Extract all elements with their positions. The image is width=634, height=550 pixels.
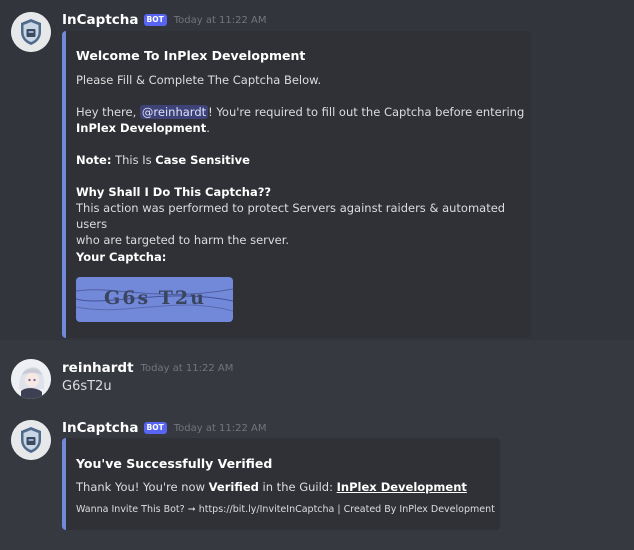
hey-prefix: Hey there, bbox=[76, 105, 137, 119]
author-name[interactable]: InCaptcha bbox=[62, 420, 139, 436]
author-name[interactable]: InCaptcha bbox=[62, 12, 139, 28]
why-title: Why Shall I Do This Captcha?? bbox=[76, 185, 272, 199]
shield-icon bbox=[11, 12, 51, 52]
bot-badge: BOT bbox=[143, 422, 167, 434]
hey-suffix: ! You're required to fill out the Captch… bbox=[208, 105, 525, 119]
shield-icon bbox=[11, 420, 51, 460]
why-line2: who are targeted to harm the server. bbox=[76, 233, 290, 247]
embed-note: Note: This Is Case Sensitive bbox=[76, 152, 250, 168]
note-bold: Case Sensitive bbox=[155, 153, 250, 167]
captcha-text: G6s T2u bbox=[104, 287, 206, 309]
guild-link[interactable]: InPlex Development bbox=[337, 480, 467, 494]
embed-why: Why Shall I Do This Captcha?? This actio… bbox=[76, 184, 531, 248]
captcha-label: Your Captcha: bbox=[76, 250, 167, 264]
embed-intro: Please Fill & Complete The Captcha Below… bbox=[76, 73, 322, 87]
timestamp: Today at 11:22 AM bbox=[140, 362, 234, 374]
message-bot-verified: InCaptcha BOT Today at 11:22 AM You've S… bbox=[0, 412, 634, 537]
text-prefix: Thank You! You're now bbox=[76, 480, 205, 494]
message-user-reply: reinhardt Today at 11:22 AM G6sT2u bbox=[0, 355, 634, 405]
author-name[interactable]: reinhardt bbox=[62, 360, 134, 376]
welcome-embed: Welcome To InPlex Development Please Fil… bbox=[62, 31, 531, 338]
bot-badge: BOT bbox=[143, 14, 167, 26]
embed-verified-text: Thank You! You're now Verified in the Gu… bbox=[76, 479, 467, 495]
embed-title: Welcome To InPlex Development bbox=[76, 48, 306, 63]
timestamp: Today at 11:22 AM bbox=[173, 422, 267, 434]
why-line1: This action was performed to protect Ser… bbox=[76, 201, 506, 231]
server-name: InPlex Development bbox=[76, 121, 207, 135]
embed-title: You've Successfully Verified bbox=[76, 456, 273, 471]
embed-footer: Wanna Invite This Bot? ➞ https://bit.ly/… bbox=[76, 504, 495, 515]
verified-embed: You've Successfully Verified Thank You! … bbox=[62, 438, 500, 530]
user-mention[interactable]: @reinhardt bbox=[139, 105, 209, 119]
user-avatar[interactable] bbox=[11, 359, 51, 399]
verified-word: Verified bbox=[208, 480, 259, 494]
period: . bbox=[206, 121, 210, 135]
anime-avatar-icon bbox=[11, 359, 51, 399]
text-middle: in the Guild: bbox=[262, 480, 333, 494]
chat-area: InCaptcha BOT Today at 11:22 AM Welcome … bbox=[0, 0, 634, 550]
note-label: Note: bbox=[76, 153, 112, 167]
message-header: InCaptcha BOT Today at 11:22 AM bbox=[62, 12, 267, 28]
timestamp: Today at 11:22 AM bbox=[173, 14, 267, 26]
message-header: reinhardt Today at 11:22 AM bbox=[62, 360, 233, 376]
message-bot-welcome: InCaptcha BOT Today at 11:22 AM Welcome … bbox=[0, 0, 634, 340]
embed-hey-paragraph: Hey there, @reinhardt! You're required t… bbox=[76, 104, 526, 136]
captcha-image[interactable]: G6s T2u bbox=[76, 277, 233, 322]
message-header: InCaptcha BOT Today at 11:22 AM bbox=[62, 420, 267, 436]
bot-avatar[interactable] bbox=[11, 420, 51, 460]
message-content: G6sT2u bbox=[62, 379, 112, 394]
note-text: This Is bbox=[115, 153, 152, 167]
bot-avatar[interactable] bbox=[11, 12, 51, 52]
